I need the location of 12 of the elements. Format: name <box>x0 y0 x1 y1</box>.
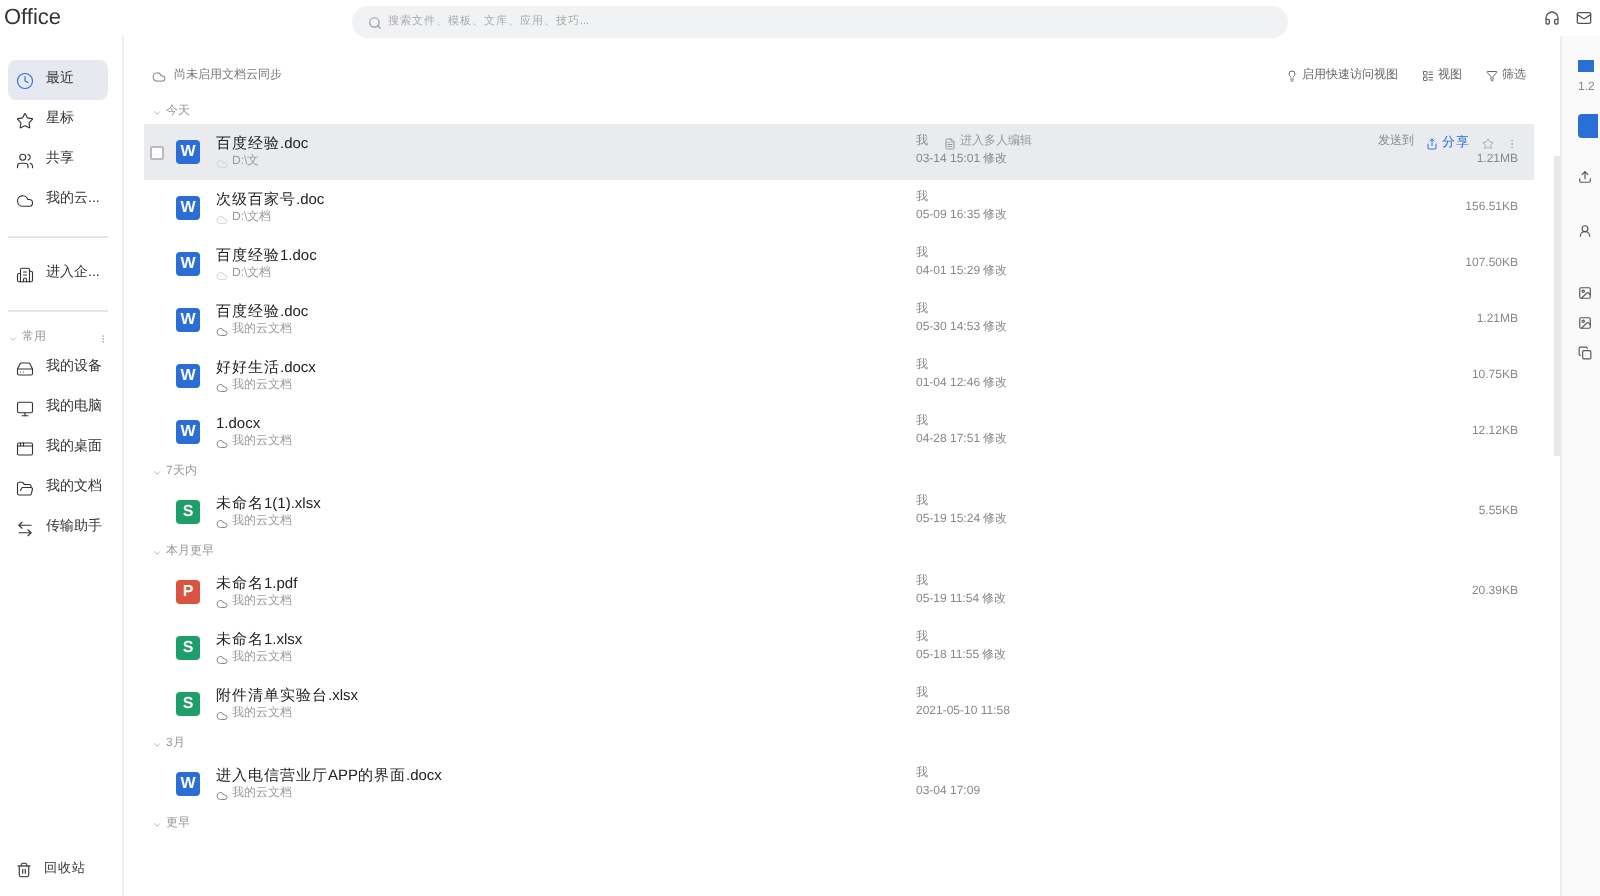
sheet-file-icon: S <box>176 692 200 716</box>
word-file-icon: W <box>176 252 200 276</box>
word-file-icon: W <box>176 308 200 332</box>
word-file-icon: W <box>176 772 200 796</box>
app-logo: Office <box>2 3 64 34</box>
pdf-file-icon: P <box>176 580 200 604</box>
word-file-icon: W <box>176 364 200 388</box>
word-file-icon: W <box>176 196 200 220</box>
sheet-file-icon: S <box>176 636 200 660</box>
word-file-icon: W <box>176 420 200 444</box>
sheet-file-icon: S <box>176 500 200 524</box>
word-file-icon: W <box>176 140 200 164</box>
